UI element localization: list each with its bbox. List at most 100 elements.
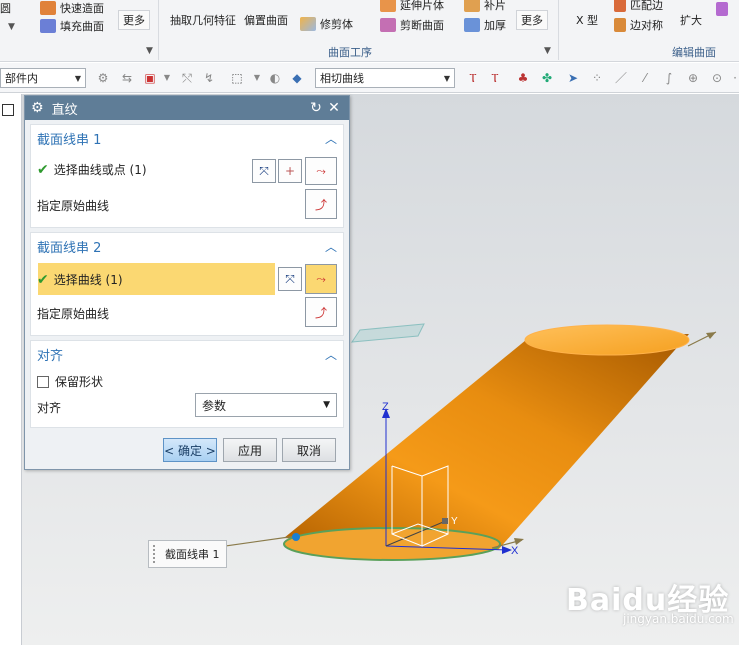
section-2-select-row[interactable]: ✔ 选择曲线 (1)	[37, 271, 123, 288]
patch-icon	[464, 0, 480, 12]
section-2-origin-row[interactable]: 指定原始曲线	[37, 305, 109, 322]
section-string-tag[interactable]: 截面线串 1	[148, 540, 227, 568]
select-curve-button-2[interactable]: ⤳	[305, 264, 337, 294]
thicken-button[interactable]: 加厚	[464, 17, 506, 33]
x-form-button[interactable]: X 型	[576, 12, 598, 28]
group-dropdown-2[interactable]: ▼	[544, 46, 551, 56]
section-string-2-curve[interactable]	[524, 324, 690, 356]
section-2-header[interactable]: 截面线串 2 ︿	[31, 233, 343, 259]
point-plus-icon: +	[284, 164, 296, 178]
apply-button[interactable]: 应用	[223, 438, 277, 462]
origin-curve-icon: ⤴	[314, 305, 327, 320]
follow-fillet-icon[interactable]: Ⲧ	[488, 71, 502, 85]
quick-surface-label: 快速造面	[60, 2, 104, 15]
crosshair-icon[interactable]: ⊕	[686, 71, 700, 85]
select-curve-button[interactable]: ⤳	[305, 157, 337, 185]
line-icon[interactable]: ／	[614, 71, 628, 85]
match-edge-label: 匹配边	[630, 0, 663, 12]
extend-sheet-button[interactable]: 延伸片体	[380, 0, 444, 13]
point-dialog-button[interactable]: +	[278, 159, 302, 183]
ribbon-partial-item[interactable]: 圆	[0, 0, 11, 16]
divide-face-label: 剪断曲面	[400, 19, 444, 32]
reverse-arrows-icon: ⤧	[285, 271, 295, 286]
baidu-watermark-url: jingyan.baidu.com	[623, 612, 734, 626]
ribbon: 圆 ▼ 快速造面 填充曲面 更多 ▼ 抽取几何特征 偏置曲面 修剪体 延伸片体 …	[0, 0, 739, 62]
keep-shape-checkbox[interactable]	[37, 375, 49, 388]
drag-grip-icon[interactable]	[153, 545, 157, 563]
arrows-icon[interactable]: ⇆	[120, 71, 134, 85]
extract-geometry-button[interactable]: 抽取几何特征	[170, 12, 236, 28]
section-1-header[interactable]: 截面线串 1 ︿	[31, 125, 343, 151]
section-1-origin-row[interactable]: 指定原始曲线	[37, 197, 109, 214]
dialog-title-bar[interactable]: ⚙ 直纹 ↻ ✕	[25, 96, 349, 120]
more-button-2[interactable]: 更多	[516, 10, 548, 30]
pointer-icon[interactable]: ↯	[202, 71, 216, 85]
curve-icon[interactable]: ∫	[662, 71, 676, 85]
align-method-select[interactable]: 参数 ▼	[195, 393, 337, 417]
section-start-point[interactable]	[292, 533, 300, 541]
chevron-up-icon[interactable]: ︿	[325, 130, 337, 147]
forward-arrow-icon[interactable]: ➤	[566, 71, 580, 85]
cancel-button[interactable]: 取消	[282, 438, 336, 462]
filter-select[interactable]: 部件内 ▼	[0, 68, 86, 88]
ok-button[interactable]: < 确定 >	[163, 438, 217, 462]
offset-surface-button[interactable]: 偏置曲面	[244, 12, 288, 28]
section-1-panel: 截面线串 1 ︿ ✔ 选择曲线或点 (1) ⤧ + ⤳ 指定原始曲线 ⤴	[30, 124, 344, 228]
filter-select-value: 部件内	[5, 72, 38, 85]
snap-point-icon[interactable]: ▣	[143, 71, 157, 85]
trim-body-button[interactable]: 修剪体	[300, 16, 353, 32]
patch-button[interactable]: 补片	[464, 0, 506, 13]
chevron-down-icon[interactable]: ▼	[160, 71, 174, 85]
match-edge-button[interactable]: 匹配边	[614, 0, 663, 13]
divide-face-button[interactable]: 剪断曲面	[380, 17, 444, 33]
keep-shape-row[interactable]: 保留形状	[37, 373, 103, 390]
axis-y-label: Y	[451, 516, 458, 527]
ribbon-partial-icon[interactable]	[716, 2, 728, 16]
chevron-down-icon[interactable]: ▼	[250, 71, 264, 85]
eraser-icon[interactable]: ◐	[268, 71, 282, 85]
stop-at-intersection-icon[interactable]: Ⲧ	[466, 71, 480, 85]
selection-toolbar: 部件内 ▼ ⚙ ⇆ ▣ ▼ ⤲ ↯ ⬚ ▼ ◐ ◆ 相切曲线 ▼ Ⲧ Ⲧ ♣ ✤…	[0, 63, 739, 93]
path-icon[interactable]: ✤	[540, 71, 554, 85]
quick-surface-icon	[40, 1, 56, 15]
quick-surface-button[interactable]: 快速造面	[40, 0, 104, 16]
solid-body-icon[interactable]: ◆	[290, 71, 304, 85]
select-tool-icon[interactable]: ⚙	[96, 71, 110, 85]
group-label-surface-ops: 曲面工序	[328, 46, 372, 59]
curve-rule-select[interactable]: 相切曲线 ▼	[315, 68, 455, 88]
reverse-direction-button[interactable]: ⤧	[252, 159, 276, 183]
enlarge-button[interactable]: 扩大	[680, 12, 702, 28]
reset-icon[interactable]: ↻	[307, 100, 325, 116]
section-1-select-row[interactable]: ✔ 选择曲线或点 (1)	[37, 161, 147, 178]
connect-icon[interactable]: ⤲	[180, 71, 194, 85]
partial-tool-icon	[716, 2, 728, 16]
ribbon-dropdown-arrow[interactable]: ▼	[8, 22, 15, 32]
partial-icon[interactable]: ·	[728, 71, 739, 85]
origin-curve-button-2[interactable]: ⤴	[305, 297, 337, 327]
origin-curve-icon: ⤴	[314, 197, 327, 212]
chevron-up-icon[interactable]: ︿	[325, 346, 337, 363]
slash-icon[interactable]: ⁄	[638, 71, 652, 85]
box-select-icon[interactable]: ⬚	[230, 71, 244, 85]
navigator-icon[interactable]	[2, 104, 14, 116]
group-dropdown-1[interactable]: ▼	[146, 46, 153, 56]
align-header[interactable]: 对齐 ︿	[31, 341, 343, 367]
fill-surface-button[interactable]: 填充曲面	[40, 18, 104, 34]
origin-curve-button-1[interactable]: ⤴	[305, 189, 337, 219]
checkmark-icon: ✔	[37, 161, 49, 178]
fill-surface-icon	[40, 19, 56, 33]
dots-icon[interactable]: ⁘	[590, 71, 604, 85]
chevron-up-icon[interactable]: ︿	[325, 238, 337, 255]
reverse-direction-button-2[interactable]: ⤧	[278, 267, 302, 291]
section-1-origin-label: 指定原始曲线	[37, 199, 110, 213]
feature-curve-icon[interactable]: ♣	[516, 71, 530, 85]
thicken-label: 加厚	[484, 19, 506, 32]
datum-plane[interactable]	[351, 323, 425, 343]
section-1-title: 截面线串 1	[37, 132, 102, 148]
gear-icon[interactable]: ⚙	[31, 100, 44, 116]
edge-symmetry-button[interactable]: 边对称	[614, 17, 663, 33]
axis-x-label: X	[511, 545, 519, 557]
more-button-1[interactable]: 更多	[118, 10, 150, 30]
close-icon[interactable]: ✕	[325, 100, 343, 116]
circle-icon[interactable]: ⊙	[710, 71, 724, 85]
